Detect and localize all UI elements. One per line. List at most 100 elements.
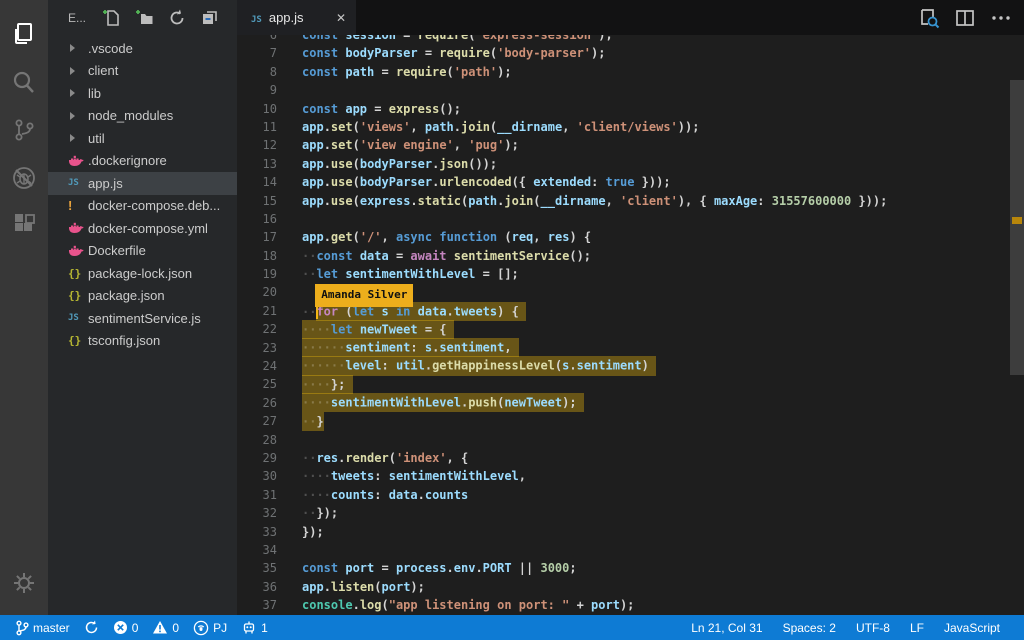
scrollbar-track[interactable] (1010, 35, 1024, 615)
code-line-15[interactable]: 15app.use(express.static(path.join(__dir… (237, 192, 1024, 210)
line-number[interactable]: 7 (237, 44, 277, 62)
eol[interactable]: LF (900, 615, 934, 640)
code-line-36[interactable]: 36app.listen(port); (237, 578, 1024, 596)
language-mode[interactable]: JavaScript (934, 615, 1010, 640)
warning-count[interactable]: 0 (145, 615, 186, 640)
cursor-position[interactable]: Ln 21, Col 31 (681, 615, 772, 640)
open-preview-button[interactable] (918, 7, 940, 29)
line-number[interactable]: 8 (237, 63, 277, 81)
file-item-sentimentservice-js[interactable]: JSsentimentService.js (48, 307, 237, 330)
file-item-tsconfig-json[interactable]: {}tsconfig.json (48, 330, 237, 353)
line-number[interactable]: 33 (237, 523, 277, 541)
code-line-19[interactable]: 19··let sentimentWithLevel = []; (237, 265, 1024, 283)
line-number[interactable]: 6 (237, 35, 277, 44)
code-line-27[interactable]: 27··} (237, 412, 1024, 430)
activity-explorer-button[interactable] (0, 10, 48, 58)
code-line-16[interactable]: 16 (237, 210, 1024, 228)
file-item-app-js[interactable]: JSapp.js (48, 172, 237, 195)
line-number[interactable]: 28 (237, 431, 277, 449)
line-number[interactable]: 21 (237, 302, 277, 320)
line-number[interactable]: 30 (237, 467, 277, 485)
activity-extensions-button[interactable] (0, 202, 48, 250)
line-number[interactable]: 22 (237, 320, 277, 338)
code-line-32[interactable]: 32··}); (237, 504, 1024, 522)
line-number[interactable]: 32 (237, 504, 277, 522)
line-number[interactable]: 20 (237, 283, 277, 301)
code-line-21[interactable]: 21··for (let s in data.tweets) { Amanda … (237, 302, 1024, 320)
code-line-30[interactable]: 30····tweets: sentimentWithLevel, (237, 467, 1024, 485)
file-item-node-modules[interactable]: node_modules (48, 105, 237, 128)
tab-app-js[interactable]: JS app.js ✕ (237, 0, 356, 35)
live-share-session[interactable]: PJ (186, 615, 234, 640)
file-item-docker-compose-deb-[interactable]: !docker-compose.deb... (48, 195, 237, 218)
code-line-6[interactable]: 6const session = require('express-sessio… (237, 35, 1024, 44)
line-number[interactable]: 15 (237, 192, 277, 210)
code-line-14[interactable]: 14app.use(bodyParser.urlencoded({ extend… (237, 173, 1024, 191)
file-item-lib[interactable]: lib (48, 82, 237, 105)
line-number[interactable]: 12 (237, 136, 277, 154)
file-item-dockerfile[interactable]: Dockerfile (48, 240, 237, 263)
sync-changes[interactable] (77, 615, 106, 640)
code-line-13[interactable]: 13app.use(bodyParser.json()); (237, 155, 1024, 173)
file-item--vscode[interactable]: .vscode (48, 37, 237, 60)
split-editor-button[interactable] (954, 7, 976, 29)
line-number[interactable]: 16 (237, 210, 277, 228)
collapse-folders-button[interactable] (199, 7, 221, 29)
error-count[interactable]: 0 (106, 615, 146, 640)
activity-debug-button[interactable] (0, 154, 48, 202)
line-number[interactable]: 35 (237, 559, 277, 577)
line-number[interactable]: 9 (237, 81, 277, 99)
code-line-18[interactable]: 18··const data = await sentimentService(… (237, 247, 1024, 265)
line-number[interactable]: 18 (237, 247, 277, 265)
new-folder-button[interactable] (133, 7, 155, 29)
activity-source-control-button[interactable] (0, 106, 48, 154)
line-number[interactable]: 17 (237, 228, 277, 246)
file-item-package-json[interactable]: {}package.json (48, 285, 237, 308)
refresh-explorer-button[interactable] (166, 7, 188, 29)
code-line-9[interactable]: 9 (237, 81, 1024, 99)
indentation[interactable]: Spaces: 2 (773, 615, 846, 640)
code-line-22[interactable]: 22····let newTweet = { (237, 320, 1024, 338)
scrollbar-thumb[interactable] (1010, 80, 1024, 375)
activity-search-button[interactable] (0, 58, 48, 106)
file-item--dockerignore[interactable]: .dockerignore (48, 150, 237, 173)
code-line-25[interactable]: 25····}; (237, 375, 1024, 393)
code-line-10[interactable]: 10const app = express(); (237, 100, 1024, 118)
code-line-11[interactable]: 11app.set('views', path.join(__dirname, … (237, 118, 1024, 136)
code-line-17[interactable]: 17app.get('/', async function (req, res)… (237, 228, 1024, 246)
code-line-26[interactable]: 26····sentimentWithLevel.push(newTweet); (237, 394, 1024, 412)
code-line-23[interactable]: 23······sentiment: s.sentiment, (237, 339, 1024, 357)
code-line-8[interactable]: 8const path = require('path'); (237, 63, 1024, 81)
code-line-29[interactable]: 29··res.render('index', { (237, 449, 1024, 467)
line-number[interactable]: 27 (237, 412, 277, 430)
line-number[interactable]: 14 (237, 173, 277, 191)
file-item-docker-compose-yml[interactable]: docker-compose.yml (48, 217, 237, 240)
line-number[interactable]: 13 (237, 155, 277, 173)
code-line-24[interactable]: 24······level: util.getHappinessLevel(s.… (237, 357, 1024, 375)
line-number[interactable]: 23 (237, 339, 277, 357)
more-actions-button[interactable] (990, 7, 1012, 29)
line-number[interactable]: 36 (237, 578, 277, 596)
line-number[interactable]: 25 (237, 375, 277, 393)
code-line-28[interactable]: 28 (237, 431, 1024, 449)
code-line-31[interactable]: 31····counts: data.counts (237, 486, 1024, 504)
code-line-37[interactable]: 37console.log("app listening on port: " … (237, 596, 1024, 614)
code-line-7[interactable]: 7const bodyParser = require('body-parser… (237, 44, 1024, 62)
line-number[interactable]: 24 (237, 357, 277, 375)
code-editor[interactable]: 6const session = require('express-sessio… (237, 35, 1024, 615)
line-number[interactable]: 34 (237, 541, 277, 559)
line-number[interactable]: 11 (237, 118, 277, 136)
new-file-button[interactable] (100, 7, 122, 29)
line-number[interactable]: 29 (237, 449, 277, 467)
file-item-util[interactable]: util (48, 127, 237, 150)
activity-settings-button[interactable] (0, 559, 48, 607)
file-item-client[interactable]: client (48, 60, 237, 83)
code-line-12[interactable]: 12app.set('view engine', 'pug'); (237, 136, 1024, 154)
code-line-34[interactable]: 34 (237, 541, 1024, 559)
line-number[interactable]: 10 (237, 100, 277, 118)
code-line-33[interactable]: 33}); (237, 523, 1024, 541)
line-number[interactable]: 26 (237, 394, 277, 412)
line-number[interactable]: 31 (237, 486, 277, 504)
line-number[interactable]: 19 (237, 265, 277, 283)
branch-indicator[interactable]: master (8, 615, 77, 640)
